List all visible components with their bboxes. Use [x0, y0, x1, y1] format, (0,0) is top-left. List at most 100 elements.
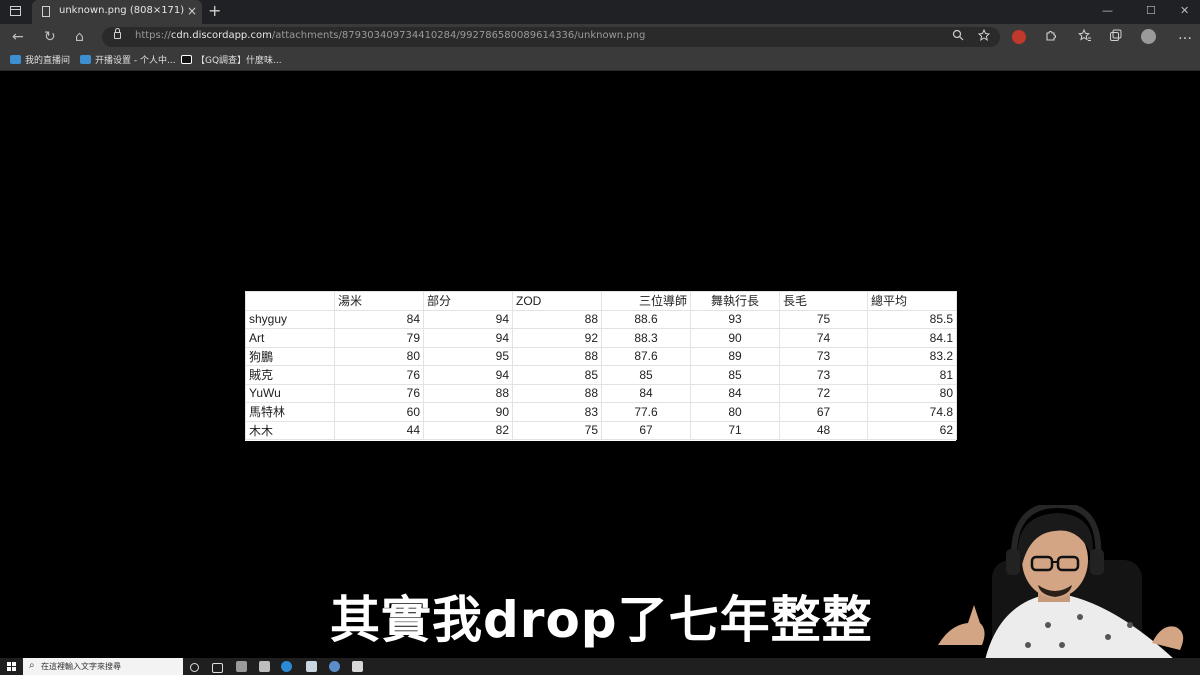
favorites-icon[interactable] [1078, 28, 1092, 46]
bookmarks-bar: 我的直播间 开播设置 - 个人中... 【GQ調查】什麼味... [0, 50, 1200, 71]
score-cell: 80 [690, 402, 780, 422]
score-table-image[interactable]: 湯米 部分 ZOD 三位導師 舞執行長 長毛 總平均 shyguy 84 94 … [245, 291, 957, 441]
score-cell: 95 [423, 346, 513, 366]
score-cell: 90 [423, 402, 513, 422]
tab-actions-icon[interactable] [10, 6, 21, 16]
score-cell: 84 [334, 309, 424, 329]
bilibili-icon [10, 55, 21, 64]
tab-title: unknown.png (808×171) [59, 5, 185, 16]
menu-icon[interactable]: … [1178, 27, 1192, 43]
lock-icon[interactable] [114, 28, 121, 39]
score-cell: 60 [334, 402, 424, 422]
header-cell: 舞執行長 [690, 291, 780, 311]
streamer-figure [938, 505, 1184, 660]
maximize-button[interactable]: ☐ [1146, 4, 1156, 17]
new-tab-button[interactable]: + [208, 2, 221, 20]
header-cell: 三位導師 [601, 291, 691, 311]
app-icon[interactable] [352, 661, 363, 672]
score-cell: 89 [690, 346, 780, 366]
webcam-overlay [930, 505, 1200, 660]
header-cell: ZOD [512, 291, 602, 311]
windows-start-icon[interactable] [7, 662, 16, 671]
app-icon[interactable] [236, 661, 247, 672]
tab-close-icon[interactable]: × [187, 4, 197, 18]
bookmark-label: 开播设置 - 个人中... [95, 56, 176, 66]
score-cell: 88 [512, 346, 602, 366]
score-cell: 48 [779, 420, 868, 440]
score-cell: 85 [601, 365, 691, 385]
score-cell: 74.8 [867, 402, 957, 422]
score-cell: 72 [779, 383, 868, 403]
row-name: 木木 [245, 420, 335, 440]
score-cell: 88.3 [601, 328, 691, 348]
score-cell: 76 [334, 383, 424, 403]
tab-bar: unknown.png (808×171) × + — ☐ ✕ [0, 0, 1200, 24]
search-icon: ⌕ [29, 660, 35, 671]
back-button[interactable]: ← [12, 28, 24, 46]
score-cell: 77.6 [601, 402, 691, 422]
score-cell: 84.1 [867, 328, 957, 348]
app-icon[interactable] [329, 661, 340, 672]
table-row: 馬特林 60 90 83 77.6 80 67 74.8 [245, 402, 957, 422]
score-cell: 62 [867, 420, 957, 440]
video-subtitle: 其實我drop了七年整整 [329, 590, 873, 650]
score-cell: 88 [512, 383, 602, 403]
score-table: 湯米 部分 ZOD 三位導師 舞執行長 長毛 總平均 shyguy 84 94 … [245, 291, 957, 440]
url-path: /attachments/879303409734410284/99278658… [271, 30, 646, 41]
file-icon [42, 6, 50, 17]
extension-red-icon[interactable] [1012, 30, 1026, 44]
cortana-icon[interactable] [190, 663, 199, 672]
search-placeholder: 在這裡輸入文字來搜尋 [41, 662, 121, 671]
url-field[interactable]: https://cdn.discordapp.com/attachments/8… [102, 27, 1000, 47]
row-name: YuWu [245, 383, 335, 403]
zoom-icon[interactable] [952, 29, 964, 44]
close-window-button[interactable]: ✕ [1180, 4, 1189, 17]
address-bar: ← ↻ ⌂ https://cdn.discordapp.com/attachm… [0, 24, 1200, 50]
app-icon[interactable] [259, 661, 270, 672]
app-icon[interactable] [306, 661, 317, 672]
score-cell: 88 [512, 309, 602, 329]
bookmark-item[interactable]: 开播设置 - 个人中... [80, 53, 176, 66]
bookmark-item[interactable]: 我的直播间 [10, 53, 70, 66]
score-cell: 75 [779, 309, 868, 329]
score-cell: 71 [690, 420, 780, 440]
task-view-icon[interactable] [212, 663, 223, 673]
score-cell: 73 [779, 346, 868, 366]
table-row: shyguy 84 94 88 88.6 93 75 85.5 [245, 309, 957, 329]
table-row: 賊克 76 94 85 85 85 73 81 [245, 365, 957, 385]
score-cell: 44 [334, 420, 424, 440]
url-text[interactable]: https://cdn.discordapp.com/attachments/8… [135, 30, 645, 41]
profile-avatar[interactable] [1141, 29, 1156, 44]
bookmark-label: 【GQ調查】什麼味... [196, 56, 282, 66]
favorite-add-icon[interactable] [977, 28, 991, 45]
bookmark-item[interactable]: 【GQ調查】什麼味... [181, 53, 282, 66]
score-cell: 85.5 [867, 309, 957, 329]
score-cell: 94 [423, 328, 513, 348]
score-cell: 93 [690, 309, 780, 329]
header-cell: 長毛 [779, 291, 868, 311]
score-cell: 88 [423, 383, 513, 403]
score-cell: 83.2 [867, 346, 957, 366]
header-cell [245, 291, 335, 311]
home-button[interactable]: ⌂ [75, 28, 84, 46]
minimize-button[interactable]: — [1102, 4, 1113, 17]
browser-tab[interactable]: unknown.png (808×171) × [32, 0, 202, 24]
score-cell: 76 [334, 365, 424, 385]
header-cell: 總平均 [867, 291, 957, 311]
edge-icon[interactable] [281, 661, 292, 672]
gq-icon [181, 55, 192, 64]
score-cell: 67 [779, 402, 868, 422]
score-cell: 81 [867, 365, 957, 385]
url-protocol: https:// [135, 30, 171, 41]
bilibili-icon [80, 55, 91, 64]
score-cell: 94 [423, 365, 513, 385]
taskbar-search-field[interactable]: ⌕ 在這裡輸入文字來搜尋 [23, 658, 183, 675]
collections-icon[interactable] [1109, 29, 1122, 46]
refresh-button[interactable]: ↻ [44, 28, 56, 46]
url-host: cdn.discordapp.com [170, 30, 272, 41]
score-cell: 82 [423, 420, 513, 440]
header-cell: 湯米 [334, 291, 424, 311]
table-row: YuWu 76 88 88 84 84 72 80 [245, 383, 957, 403]
score-cell: 90 [690, 328, 780, 348]
extensions-icon[interactable] [1044, 29, 1057, 46]
